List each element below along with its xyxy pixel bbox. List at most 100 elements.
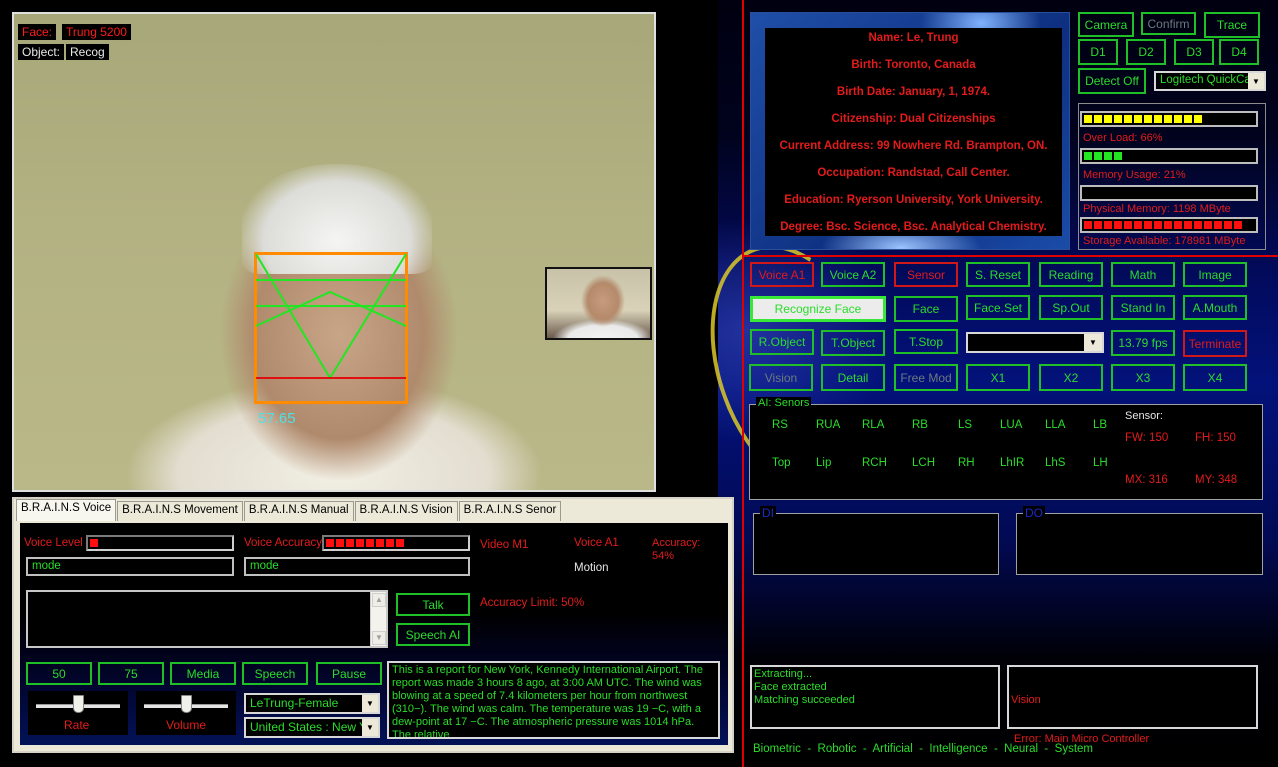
face-set-button[interactable]: Face.Set (966, 295, 1030, 320)
chevron-down-icon[interactable]: ▼ (362, 719, 378, 736)
voice-a2-button[interactable]: Voice A2 (821, 262, 885, 287)
scroll-up-icon[interactable]: ▲ (372, 593, 386, 607)
voice-accuracy-bar (322, 535, 470, 551)
media-button[interactable]: Media (170, 662, 236, 685)
sensor-rla: RLA (862, 419, 885, 431)
tab-manual[interactable]: B.R.A.I.N.S Manual (243, 501, 354, 521)
camera-button[interactable]: Camera (1078, 12, 1134, 37)
mode-input-left[interactable]: mode (26, 557, 234, 576)
region-select-value: United States : New Yo (250, 720, 373, 734)
preset-75-button[interactable]: 75 (98, 662, 164, 685)
sensor-rb: RB (912, 419, 928, 431)
t-stop-button[interactable]: T.Stop (894, 329, 958, 354)
fw-value: FW: 150 (1125, 432, 1169, 444)
x4-button[interactable]: X4 (1183, 364, 1247, 391)
x3-button[interactable]: X3 (1111, 364, 1175, 391)
status-log: Extracting... Face extracted Matching su… (750, 665, 1000, 729)
bar-segment (1094, 152, 1102, 160)
pause-button[interactable]: Pause (316, 662, 382, 685)
fps-display: 13.79 fps (1111, 330, 1175, 356)
sensor-lla: LLA (1045, 419, 1066, 431)
voice-select[interactable]: LeTrung-Female ▼ (244, 693, 380, 714)
t-object-button[interactable]: T.Object (821, 330, 885, 356)
bar-segment (1134, 115, 1142, 123)
a-mouth-button[interactable]: A.Mouth (1183, 295, 1247, 320)
rate-slider-thumb[interactable] (73, 695, 84, 713)
volume-slider[interactable]: Volume (136, 691, 236, 735)
tab-movement[interactable]: B.R.A.I.N.S Movement (117, 501, 243, 521)
s-reset-button[interactable]: S. Reset (966, 262, 1030, 287)
profile-citizenship: Citizenship: Dual Citizenships (831, 113, 996, 125)
object-value: Recog (66, 44, 109, 60)
profile-card: Name: Le, Trung Birth: Toronto, Canada B… (765, 28, 1062, 236)
mx-value: MX: 316 (1125, 474, 1168, 486)
speech-ai-button[interactable]: Speech AI (396, 623, 470, 646)
d4-button[interactable]: D4 (1219, 39, 1259, 65)
speech-textarea[interactable]: ▲ ▼ (26, 590, 388, 648)
d1-button[interactable]: D1 (1078, 39, 1118, 65)
math-button[interactable]: Math (1111, 262, 1175, 287)
volume-slider-thumb[interactable] (181, 695, 192, 713)
bar-segment (366, 539, 374, 547)
d3-button[interactable]: D3 (1174, 39, 1214, 65)
face-landmark-overlay (255, 253, 407, 380)
tab-vision[interactable]: B.R.A.I.N.S Vision (354, 501, 458, 521)
image-button[interactable]: Image (1183, 262, 1247, 287)
face-button[interactable]: Face (894, 296, 958, 322)
tab-senor[interactable]: B.R.A.I.N.S Senor (458, 501, 562, 521)
voice-a1-button[interactable]: Voice A1 (750, 262, 814, 287)
profile-occupation: Occupation: Randstad, Call Center. (817, 167, 1010, 179)
brains-tab-panel: B.R.A.I.N.S Voice B.R.A.I.N.S Movement B… (12, 497, 734, 753)
preset-50-button[interactable]: 50 (26, 662, 92, 685)
r-object-button[interactable]: R.Object (750, 329, 814, 355)
bar-segment (1184, 115, 1192, 123)
bar-segment (1084, 115, 1092, 123)
camera-select[interactable]: Logitech QuickCam ▼ (1154, 71, 1266, 91)
voice-level-fill (90, 539, 98, 547)
reading-button[interactable]: Reading (1039, 262, 1103, 287)
sensor-rs: RS (772, 419, 788, 431)
sp-out-button[interactable]: Sp.Out (1039, 295, 1103, 320)
bar-segment (1124, 115, 1132, 123)
sensor-lh: LH (1093, 457, 1108, 469)
vision-button[interactable]: Vision (749, 364, 813, 391)
rate-slider[interactable]: Rate (28, 691, 128, 735)
bar-segment (1144, 115, 1152, 123)
bar-segment (1084, 221, 1092, 229)
face-score: 57.65 (258, 410, 296, 427)
speech-button[interactable]: Speech (242, 662, 308, 685)
x2-button[interactable]: X2 (1039, 364, 1103, 391)
talk-button[interactable]: Talk (396, 593, 470, 616)
sensor-top: Top (772, 457, 791, 469)
region-select[interactable]: United States : New Yo ▼ (244, 717, 380, 738)
scroll-down-icon[interactable]: ▼ (372, 631, 386, 645)
camera-feed: Face: Trung 5200 Object: Recog 57.65 (12, 12, 656, 492)
chevron-down-icon[interactable]: ▼ (1084, 334, 1102, 351)
tab-voice[interactable]: B.R.A.I.N.S Voice (16, 499, 117, 521)
trace-button[interactable]: Trace (1204, 12, 1260, 38)
speech-scrollbar[interactable]: ▲ ▼ (370, 592, 386, 646)
free-mod-button[interactable]: Free Mod (894, 364, 958, 391)
confirm-button[interactable]: Confirm (1141, 12, 1196, 35)
error-log-line: Vision (1011, 694, 1041, 706)
mode-select[interactable]: ▼ (966, 332, 1104, 353)
face-label: Face: (18, 24, 57, 40)
chevron-down-icon[interactable]: ▼ (362, 695, 378, 712)
x1-button[interactable]: X1 (966, 364, 1030, 391)
recognize-face-button[interactable]: Recognize Face (750, 296, 886, 322)
physical-memory-label: Physical Memory: 1198 MByte (1083, 203, 1231, 215)
stand-in-button[interactable]: Stand In (1111, 295, 1175, 320)
terminate-button[interactable]: Terminate (1183, 330, 1247, 357)
memory-label: Memory Usage: 21% (1083, 169, 1186, 181)
mode-input-right[interactable]: mode (244, 557, 470, 576)
sensor-lip: Lip (816, 457, 832, 469)
detail-button[interactable]: Detail (821, 364, 885, 391)
bar-segment (1214, 221, 1222, 229)
physical-memory-bar (1080, 185, 1258, 201)
chevron-down-icon[interactable]: ▼ (1248, 73, 1264, 89)
motion-label: Motion (574, 562, 609, 574)
sensor-rch: RCH (862, 457, 887, 469)
sensor-button[interactable]: Sensor (894, 262, 958, 287)
detect-off-button[interactable]: Detect Off (1078, 68, 1146, 94)
d2-button[interactable]: D2 (1126, 39, 1166, 65)
